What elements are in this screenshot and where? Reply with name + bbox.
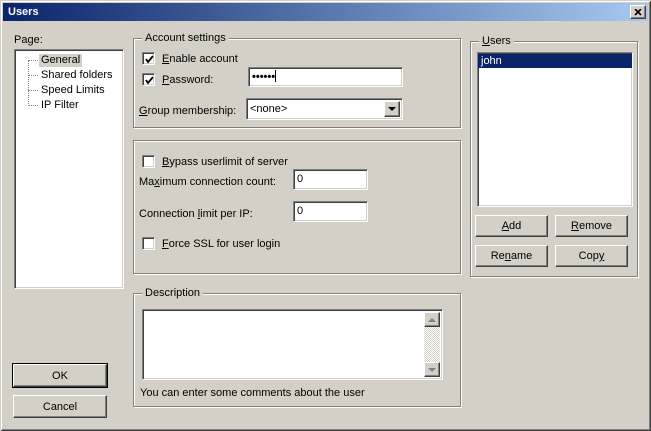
password-input[interactable]: •••••• (248, 67, 403, 87)
arrow-up-icon (428, 314, 436, 322)
user-list-item[interactable]: john (478, 54, 632, 68)
connection-limit-ip-label: Connection limit per IP: (139, 207, 253, 221)
max-connection-input[interactable]: 0 (293, 169, 368, 190)
tree-item-label: General (39, 54, 82, 67)
rename-button-label: Rename (491, 250, 533, 262)
scroll-up-button[interactable] (424, 312, 440, 327)
ok-button-label: OK (52, 370, 68, 382)
force-ssl-checkbox[interactable] (142, 237, 155, 250)
remove-button[interactable]: Remove (555, 215, 628, 237)
connection-limit-ip-input[interactable]: 0 (293, 201, 368, 222)
vertical-scrollbar[interactable] (424, 312, 440, 377)
enable-account-label: Enable account (162, 52, 238, 66)
group-membership-value: <none> (250, 102, 287, 116)
password-label: Password: (162, 73, 213, 87)
tree-item-label: Shared folders (39, 69, 115, 82)
copy-button[interactable]: Copy (555, 245, 628, 267)
bypass-userlimit-label: Bypass userlimit of server (162, 155, 288, 169)
user-name: john (481, 55, 502, 67)
account-settings-title: Account settings (142, 31, 229, 45)
users-list[interactable]: john (477, 52, 633, 207)
close-button[interactable] (630, 5, 646, 19)
scroll-down-button[interactable] (424, 362, 440, 377)
close-icon (634, 9, 642, 16)
remove-button-label: Remove (571, 220, 612, 232)
rename-button[interactable]: Rename (475, 245, 548, 267)
window-title: Users (8, 6, 39, 18)
force-ssl-label: Force SSL for user login (162, 237, 280, 251)
titlebar[interactable]: Users (3, 3, 648, 21)
add-button[interactable]: Add (475, 215, 548, 237)
description-textarea[interactable] (142, 309, 443, 380)
checkmark-icon (144, 54, 155, 65)
page-item-speed-limits[interactable]: Speed Limits (15, 83, 123, 98)
page-item-general[interactable]: General (15, 53, 123, 68)
page-label: Page: (14, 33, 43, 47)
group-membership-label: Group membership: (139, 104, 236, 118)
enable-account-checkbox[interactable] (142, 52, 155, 65)
max-connection-label: Maximum connection count: (139, 175, 276, 189)
text-cursor (275, 70, 276, 82)
add-button-label: Add (502, 220, 522, 232)
chevron-down-icon (388, 107, 396, 115)
group-membership-select[interactable]: <none> (246, 98, 403, 120)
page-tree[interactable]: General Shared folders Speed Limits IP F… (14, 49, 124, 289)
tree-item-label: IP Filter (39, 99, 81, 112)
arrow-down-icon (428, 368, 436, 376)
page-item-ip-filter[interactable]: IP Filter (15, 98, 123, 113)
users-group-title: Users (479, 34, 514, 48)
cancel-button[interactable]: Cancel (13, 395, 107, 418)
users-dialog: Users Page: General Shared folders Speed… (0, 0, 651, 431)
tree-item-label: Speed Limits (39, 84, 107, 97)
description-hint: You can enter some comments about the us… (140, 386, 365, 400)
password-checkbox[interactable] (142, 73, 155, 86)
bypass-userlimit-checkbox[interactable] (142, 155, 155, 168)
copy-button-label: Copy (579, 250, 605, 262)
cancel-button-label: Cancel (43, 401, 77, 413)
ok-button[interactable]: OK (13, 364, 107, 387)
checkmark-icon (144, 75, 155, 86)
combo-dropdown-button[interactable] (384, 101, 400, 117)
page-item-shared-folders[interactable]: Shared folders (15, 68, 123, 83)
description-title: Description (142, 286, 203, 300)
